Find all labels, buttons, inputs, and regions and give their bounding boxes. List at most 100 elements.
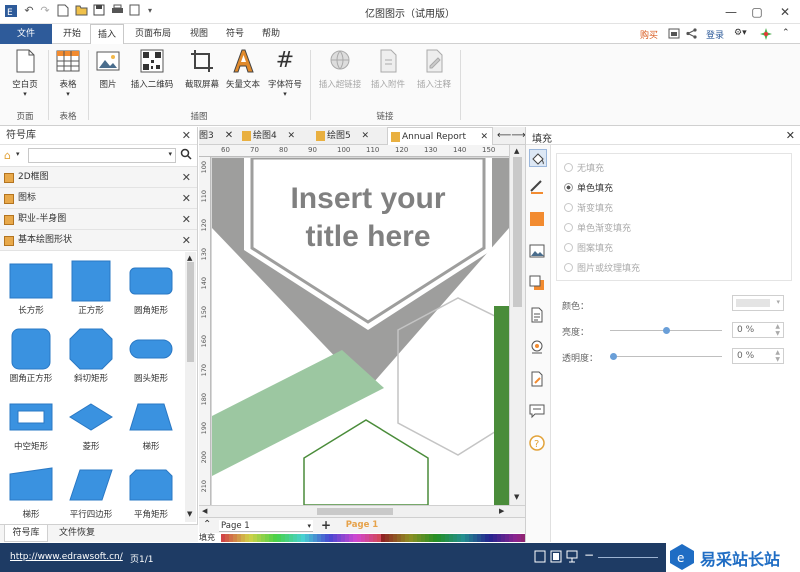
radio-picture-fill[interactable]: 图片或纹理填充 (564, 261, 640, 274)
scroll-up-icon[interactable]: ▲ (187, 254, 192, 262)
close-category-icon[interactable]: ✕ (182, 230, 191, 251)
insert-attachment-button[interactable]: 插入附件 (366, 48, 410, 90)
ribbon-collapse-icon[interactable]: ⌃ (782, 28, 790, 38)
document-list-icon[interactable] (529, 307, 547, 325)
zoom-out-icon[interactable]: − (584, 548, 594, 562)
line-style-icon[interactable] (529, 179, 547, 197)
scroll-down-icon[interactable]: ▼ (514, 493, 519, 501)
category-2d-block[interactable]: 2D框图 ✕ (0, 167, 197, 188)
tab-help[interactable]: 帮助 (254, 24, 288, 44)
scroll-right-icon[interactable]: ▶ (499, 507, 504, 515)
tab-file-recovery[interactable]: 文件恢复 (52, 525, 102, 542)
map-pin-icon[interactable] (529, 339, 547, 357)
settings-gear-icon[interactable]: ⚙▾ (734, 28, 747, 38)
canvas-scrollbar-vertical[interactable]: ▲ ▼ (509, 145, 525, 505)
palette-swatches[interactable] (221, 534, 525, 542)
buy-button[interactable]: 购买 (640, 28, 658, 41)
tab-symbol-library[interactable]: 符号库 (4, 525, 48, 542)
font-symbol-dropdown-icon[interactable]: ▾ (264, 90, 306, 98)
shape-round-end-rectangle[interactable]: 圆头矩形 (122, 324, 180, 388)
drawing-canvas-area[interactable]: 60708090100110120130140150160170 1001101… (199, 145, 525, 517)
scroll-left-icon[interactable]: ◀ (202, 507, 207, 515)
table-dropdown-icon[interactable]: ▾ (52, 90, 84, 98)
vector-text-button[interactable]: 矢量文本 (222, 48, 264, 90)
library-scrollbar[interactable]: ▲ ▼ (185, 252, 196, 522)
scroll-thumb[interactable] (317, 508, 393, 515)
shape-trapezoid[interactable]: 梯形 (122, 392, 180, 456)
tab-file[interactable]: 文件 (0, 24, 52, 44)
save-icon[interactable] (92, 4, 106, 18)
radio-pattern-fill[interactable]: 图案填充 (564, 241, 613, 254)
tab-scroll-arrows-icon[interactable]: ⟵⟶ (497, 127, 526, 145)
canvas-scrollbar-horizontal[interactable]: ◀ ▶ (199, 505, 525, 517)
shape-rectangle[interactable]: 长方形 (2, 256, 60, 320)
insert-qrcode-button[interactable]: 插入二维码 (126, 48, 178, 90)
transparency-input[interactable]: 0 % ▲ ▼ (732, 348, 784, 364)
table-button[interactable]: 表格 ▾ (52, 48, 84, 98)
print-icon[interactable] (110, 4, 124, 18)
insert-picture-button[interactable]: 图片 (92, 48, 124, 90)
undo-icon[interactable]: ↶ (22, 4, 36, 18)
scroll-thumb[interactable] (513, 157, 522, 307)
home-icon[interactable]: ⌂ (4, 149, 11, 162)
new-file-icon[interactable] (56, 4, 70, 18)
open-file-icon[interactable] (74, 4, 88, 18)
scroll-thumb[interactable] (187, 262, 194, 362)
blank-page-button[interactable]: 空白页 ▾ (6, 48, 44, 98)
search-icon[interactable] (180, 148, 192, 163)
close-category-icon[interactable]: ✕ (182, 188, 191, 209)
tab-insert[interactable]: 插入 (90, 24, 124, 45)
quick-access-dropdown-icon[interactable]: ▾ (143, 4, 157, 18)
category-basic-shapes[interactable]: 基本绘图形状 ✕ (0, 230, 197, 251)
insert-hyperlink-button[interactable]: 插入超链接 (314, 48, 366, 90)
scroll-down-icon[interactable]: ▼ (187, 510, 192, 518)
maximize-button[interactable]: ▢ (744, 2, 770, 22)
add-page-icon[interactable]: + (321, 518, 331, 532)
shape-diamond[interactable]: 菱形 (62, 392, 120, 456)
transparency-slider-knob[interactable] (610, 353, 617, 360)
screen-capture-button[interactable]: 截取屏幕 (180, 48, 224, 90)
page-title-text[interactable]: Insert your title here (252, 180, 484, 256)
page-canvas[interactable]: Insert your title here (212, 158, 509, 505)
page-edit-icon[interactable] (529, 371, 547, 389)
insert-note-button[interactable]: 插入注释 (412, 48, 456, 90)
close-window-button[interactable]: ✕ (772, 2, 798, 22)
page-tab-1[interactable]: Page 1 (339, 518, 385, 533)
shadow-icon[interactable] (529, 211, 547, 229)
doc-tab-drawing3[interactable]: 图3 (199, 127, 217, 145)
layers-icon[interactable] (529, 275, 547, 293)
comment-icon[interactable] (529, 403, 547, 421)
font-symbol-button[interactable]: # 字体符号 ▾ (264, 48, 306, 98)
zoom-slider[interactable] (598, 557, 658, 558)
spin-arrows-icon[interactable]: ▲ ▼ (775, 349, 780, 363)
export-icon[interactable] (128, 4, 142, 18)
page-select-dropdown-icon[interactable]: ▾ (307, 520, 311, 532)
tab-home[interactable]: 开始 (56, 24, 88, 44)
shape-hollow-rectangle[interactable]: 中空矩形 (2, 392, 60, 456)
shape-trapezoid-2[interactable]: 梯形 (2, 460, 60, 524)
category-icons[interactable]: 图标 ✕ (0, 188, 197, 209)
page-view-icon[interactable] (534, 550, 546, 566)
image-icon[interactable] (529, 243, 547, 261)
doc-tab-drawing4[interactable]: 绘图4 ✕ (239, 127, 297, 145)
radio-gradient-fill[interactable]: 渐变填充 (564, 201, 613, 214)
spin-arrows-icon[interactable]: ▲ ▼ (775, 323, 780, 337)
shape-rounded-square[interactable]: 圆角正方形 (2, 324, 60, 388)
close-doc-tab-icon[interactable]: ✕ (480, 128, 488, 146)
shape-square[interactable]: 正方形 (62, 256, 120, 320)
category-avatars[interactable]: 职业-半身图 ✕ (0, 209, 197, 230)
shape-rounded-rectangle[interactable]: 圆角矩形 (122, 256, 180, 320)
minimize-button[interactable]: — (718, 2, 744, 22)
present-icon[interactable] (668, 28, 680, 42)
login-button[interactable]: 登录 (706, 28, 724, 41)
shape-flat-corner-rectangle[interactable]: 平角矩形 (122, 460, 180, 524)
close-category-icon[interactable]: ✕ (182, 209, 191, 230)
tab-page-layout[interactable]: 页面布局 (128, 24, 178, 44)
blank-page-dropdown-icon[interactable]: ▾ (6, 90, 44, 98)
brightness-slider-knob[interactable] (663, 327, 670, 334)
radio-no-fill[interactable]: 无填充 (564, 161, 604, 174)
fit-page-icon[interactable] (550, 550, 562, 566)
collapse-pages-icon[interactable]: ⌃ (203, 519, 211, 530)
close-doc-tab-icon[interactable]: ✕ (361, 127, 369, 145)
tab-symbols[interactable]: 符号 (218, 24, 252, 44)
